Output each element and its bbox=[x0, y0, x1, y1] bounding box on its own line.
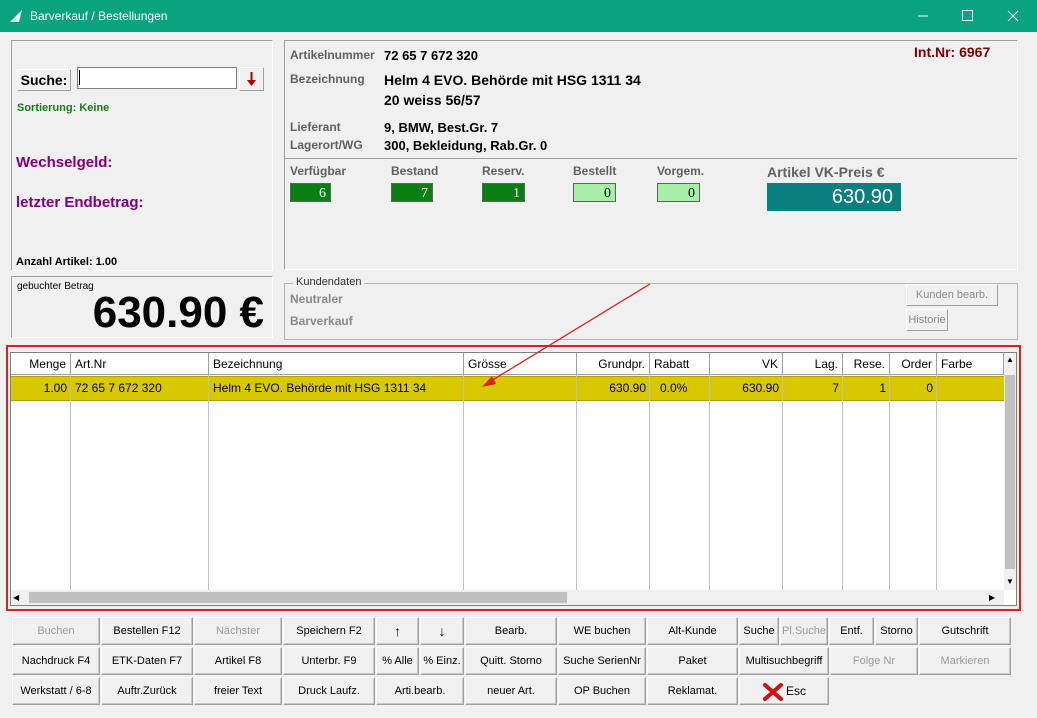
bez-label: Bezeichnung bbox=[290, 72, 365, 86]
stock-value-bestellt: 0 bbox=[573, 183, 616, 202]
cancel-x-icon bbox=[763, 683, 783, 701]
esc-button[interactable]: Esc bbox=[739, 677, 829, 705]
stock-value-vorgem: 0 bbox=[657, 183, 700, 202]
druck-laufz-button[interactable]: Druck Laufz. bbox=[283, 677, 375, 705]
kundendaten-title: Kundendaten bbox=[293, 276, 365, 288]
nachdruck-button[interactable]: Nachdruck F4 bbox=[12, 647, 100, 675]
move-up-button[interactable]: ↑ bbox=[376, 617, 419, 645]
auftr-zurueck-button[interactable]: Auftr.Zurück bbox=[101, 677, 193, 705]
gutschrift-button[interactable]: Gutschrift bbox=[919, 617, 1011, 645]
stock-label-verfuegbar: Verfügbar bbox=[290, 164, 347, 178]
kunden-bearb-button[interactable]: Kunden bearb. bbox=[906, 284, 998, 306]
booked-amount-label: gebuchter Betrag bbox=[17, 281, 94, 292]
stock-label-reserv: Reserv. bbox=[482, 164, 525, 178]
move-down-button[interactable]: ↓ bbox=[420, 617, 464, 645]
entf-button[interactable]: Entf. bbox=[829, 617, 874, 645]
multisuchbegriff-button[interactable]: Multisuchbegriff bbox=[739, 647, 829, 675]
pct-einz-button[interactable]: % Einz. bbox=[420, 647, 464, 675]
stock-label-bestellt: Bestellt bbox=[573, 164, 617, 178]
stock-label-bestand: Bestand bbox=[391, 164, 439, 178]
minimize-button[interactable] bbox=[900, 0, 946, 32]
lagerort-value: 300, Bekleidung, Rab.Gr. 0 bbox=[384, 138, 548, 153]
price-value: 630.90 bbox=[767, 183, 901, 211]
bez-line1: Helm 4 EVO. Behörde mit HSG 1311 34 bbox=[384, 72, 641, 88]
wechselgeld-label: Wechselgeld: bbox=[16, 154, 113, 171]
price-label: Artikel VK-Preis € bbox=[767, 164, 885, 180]
maximize-button[interactable] bbox=[944, 0, 990, 32]
window-title: Barverkauf / Bestellungen bbox=[30, 9, 168, 23]
close-button[interactable] bbox=[990, 0, 1036, 32]
close-icon bbox=[1007, 10, 1019, 22]
reklamat-button[interactable]: Reklamat. bbox=[647, 677, 738, 705]
paket-button[interactable]: Paket bbox=[647, 647, 738, 675]
suche-button[interactable]: Suche bbox=[739, 617, 779, 645]
werkstatt-button[interactable]: Werkstatt / 6-8 bbox=[12, 677, 100, 705]
bestellen-button[interactable]: Bestellen F12 bbox=[101, 617, 193, 645]
suche-seriennr-button[interactable]: Suche SerienNr bbox=[558, 647, 646, 675]
title-bar: Barverkauf / Bestellungen bbox=[0, 0, 1037, 32]
etk-daten-button[interactable]: ETK-Daten F7 bbox=[101, 647, 193, 675]
search-label-button[interactable]: Suche: bbox=[17, 69, 71, 91]
booked-amount-panel: gebuchter Betrag 630.90 € bbox=[11, 276, 273, 338]
anzahl-artikel: Anzahl Artikel: 1.00 bbox=[16, 256, 118, 268]
endbetrag-label: letzter Endbetrag: bbox=[16, 194, 144, 211]
speichern-button[interactable]: Speichern F2 bbox=[283, 617, 375, 645]
esc-label: Esc bbox=[786, 684, 807, 698]
pct-alle-button[interactable]: % Alle bbox=[376, 647, 419, 675]
annotation-arrow-icon bbox=[482, 283, 651, 387]
storno-button[interactable]: Storno bbox=[875, 617, 918, 645]
buchen-button[interactable]: Buchen bbox=[12, 617, 100, 645]
alt-kunde-button[interactable]: Alt-Kunde bbox=[647, 617, 738, 645]
folge-nr-button[interactable]: Folge Nr bbox=[830, 647, 918, 675]
artikel-button[interactable]: Artikel F8 bbox=[194, 647, 282, 675]
artnr-value: 72 65 7 672 320 bbox=[384, 48, 478, 63]
booked-amount-value: 630.90 € bbox=[92, 288, 264, 337]
stock-value-reserv: 1 bbox=[482, 183, 525, 202]
search-down-button[interactable] bbox=[239, 67, 264, 91]
app-icon bbox=[10, 10, 22, 22]
quitt-storno-button[interactable]: Quitt. Storno bbox=[465, 647, 557, 675]
markieren-button[interactable]: Markieren bbox=[919, 647, 1011, 675]
bearb-button[interactable]: Bearb. bbox=[465, 617, 557, 645]
we-buchen-button[interactable]: WE buchen bbox=[558, 617, 646, 645]
pl-suche-button[interactable]: Pl.Suche bbox=[780, 617, 828, 645]
minimize-icon bbox=[918, 15, 928, 17]
op-buchen-button[interactable]: OP Buchen bbox=[558, 677, 646, 705]
kunde-line2: Barverkauf bbox=[290, 314, 353, 328]
arrow-down-icon bbox=[247, 72, 256, 86]
lagerort-label: Lagerort/WG bbox=[290, 138, 363, 152]
historie-button[interactable]: Historie bbox=[906, 309, 948, 331]
stock-label-vorgem: Vorgem. bbox=[657, 164, 705, 178]
freier-text-button[interactable]: freier Text bbox=[194, 677, 282, 705]
lieferant-value: 9, BMW, Best.Gr. 7 bbox=[384, 120, 499, 135]
search-input[interactable] bbox=[77, 67, 237, 89]
search-panel: Suche: Sortierung: Keine Wechselgeld: le… bbox=[11, 40, 273, 271]
maximize-icon bbox=[962, 10, 973, 21]
unterbr-button[interactable]: Unterbr. F9 bbox=[283, 647, 375, 675]
intnr: Int.Nr: 6967 bbox=[914, 44, 991, 60]
divider bbox=[285, 158, 1017, 159]
article-info-panel: Artikelnummer 72 65 7 672 320 Bezeichnun… bbox=[284, 40, 1018, 270]
bez-line2: 20 weiss 56/57 bbox=[384, 92, 481, 108]
arti-bearb-button[interactable]: Arti.bearb. bbox=[376, 677, 464, 705]
artnr-label: Artikelnummer bbox=[290, 48, 375, 62]
kunde-line1: Neutraler bbox=[290, 292, 343, 306]
stock-value-verfuegbar: 6 bbox=[290, 183, 331, 202]
stock-value-bestand: 7 bbox=[391, 183, 433, 202]
lieferant-label: Lieferant bbox=[290, 120, 341, 134]
naechster-button[interactable]: Nächster bbox=[194, 617, 282, 645]
neuer-art-button[interactable]: neuer Art. bbox=[465, 677, 557, 705]
text-cursor bbox=[79, 70, 80, 85]
sort-label: Sortierung: Keine bbox=[17, 102, 110, 114]
